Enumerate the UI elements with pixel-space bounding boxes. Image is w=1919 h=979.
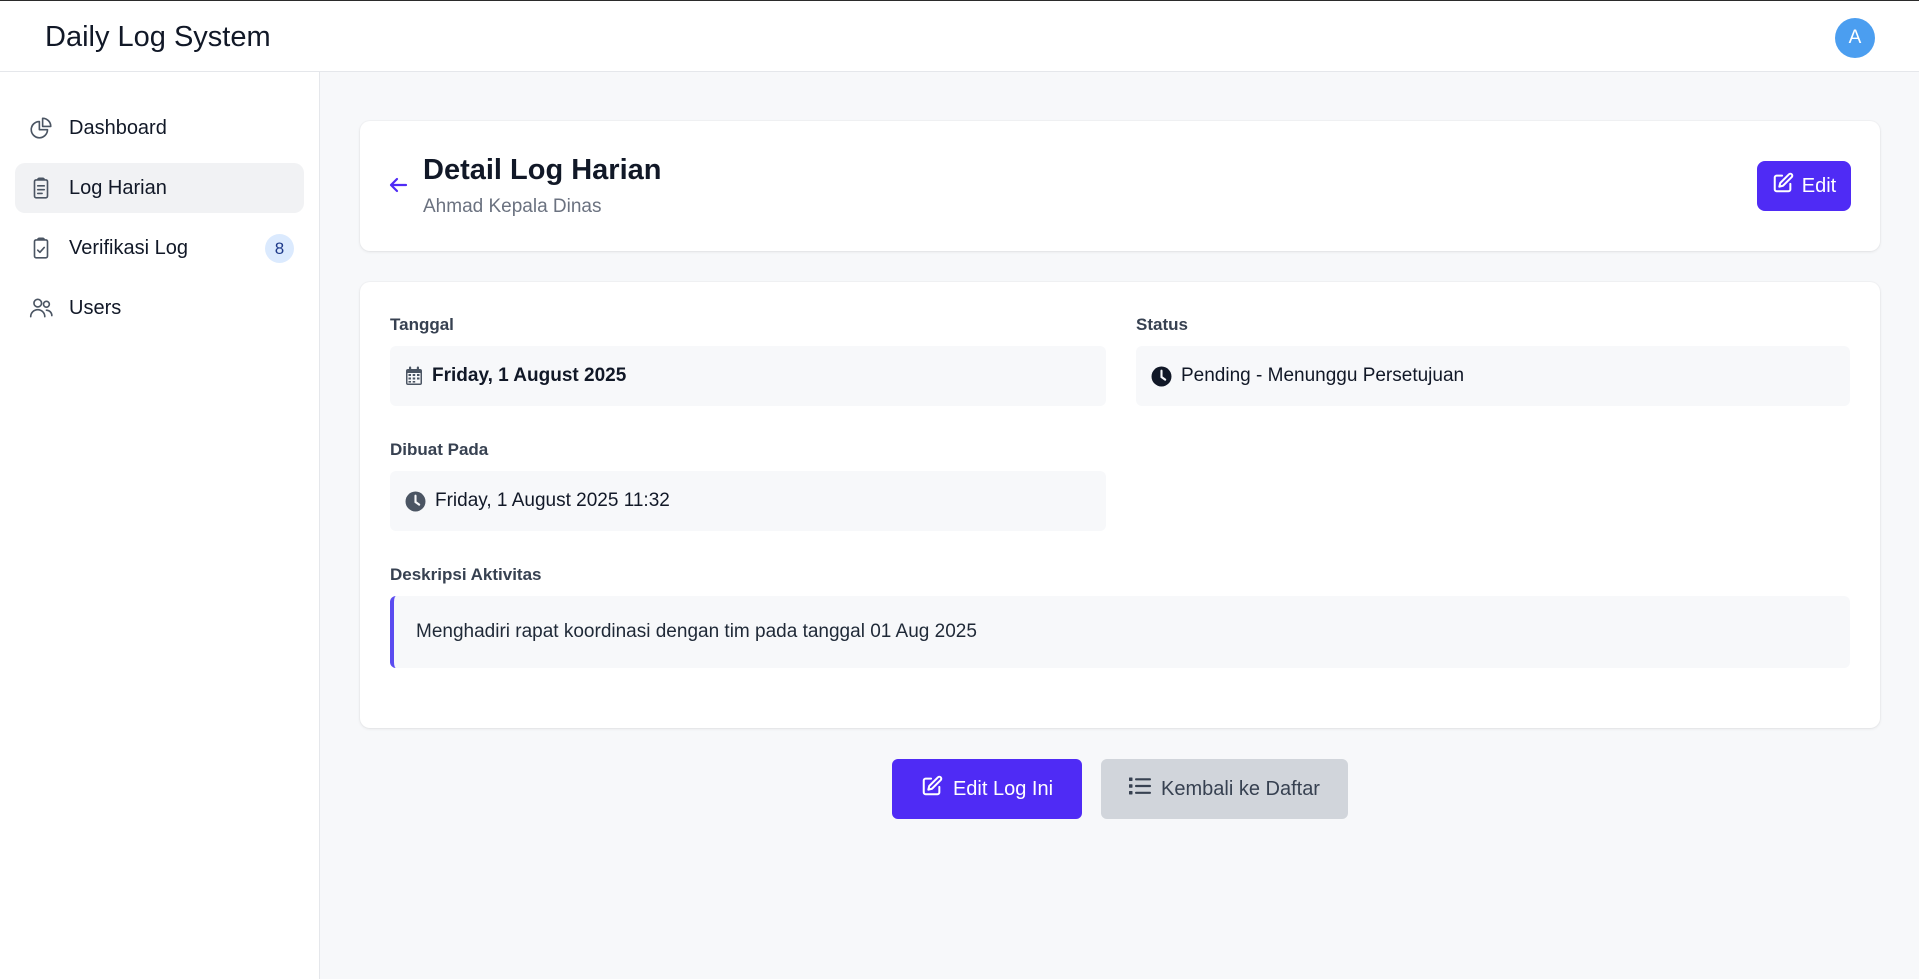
sidebar-item-verifikasi-log[interactable]: Verifikasi Log 8 <box>15 223 304 273</box>
clock-icon <box>1151 366 1172 387</box>
page-subtitle: Ahmad Kepala Dinas <box>423 196 602 217</box>
sidebar-item-users[interactable]: Users <box>15 283 304 333</box>
dibuat-pada-label: Dibuat Pada <box>390 440 489 459</box>
calendar-icon <box>405 366 423 386</box>
clipboard-check-icon <box>27 234 55 262</box>
edit-icon <box>921 775 943 803</box>
edit-button-label: Edit <box>1801 174 1837 197</box>
back-to-list-label: Kembali ke Daftar <box>1161 777 1320 800</box>
sidebar-item-dashboard[interactable]: Dashboard <box>15 103 304 153</box>
arrow-left-icon[interactable] <box>386 173 410 197</box>
sidebar-item-log-harian[interactable]: Log Harian <box>15 163 304 213</box>
sidebar-item-label: Verifikasi Log <box>69 236 188 259</box>
detail-card: Tanggal Friday, 1 August 2025 Status Pen… <box>360 282 1880 728</box>
dibuat-pada-field: Friday, 1 August 2025 11:32 <box>390 471 1106 531</box>
status-label: Status <box>1136 315 1188 334</box>
sidebar-item-label: Users <box>69 296 122 319</box>
status-value: Pending - Menunggu Persetujuan <box>1181 365 1465 386</box>
sidebar: Dashboard Log Harian Verifikasi Log 8 Us… <box>0 72 320 979</box>
header-card: Detail Log Harian Ahmad Kepala Dinas Edi… <box>360 121 1880 251</box>
sidebar-item-label: Dashboard <box>69 116 167 139</box>
list-icon <box>1129 776 1152 802</box>
tanggal-field: Friday, 1 August 2025 <box>390 346 1106 406</box>
edit-log-button-label: Edit Log Ini <box>952 777 1054 800</box>
back-to-list-button[interactable]: Kembali ke Daftar <box>1101 759 1348 819</box>
edit-log-button[interactable]: Edit Log Ini <box>892 759 1082 819</box>
tanggal-label: Tanggal <box>390 315 454 334</box>
edit-button[interactable]: Edit <box>1757 161 1851 211</box>
page-title: Detail Log Harian <box>423 154 662 186</box>
app-title: Daily Log System <box>45 21 271 53</box>
deskripsi-value: Menghadiri rapat koordinasi dengan tim p… <box>390 596 1850 668</box>
deskripsi-label: Deskripsi Aktivitas <box>390 565 542 584</box>
pending-count-badge: 8 <box>265 234 294 263</box>
dibuat-pada-value: Friday, 1 August 2025 11:32 <box>435 490 670 511</box>
tanggal-value: Friday, 1 August 2025 <box>432 365 627 386</box>
status-field: Pending - Menunggu Persetujuan <box>1136 346 1850 406</box>
users-icon <box>27 294 55 322</box>
sidebar-item-label: Log Harian <box>69 176 167 199</box>
avatar[interactable]: A <box>1835 18 1875 58</box>
edit-icon <box>1772 172 1794 200</box>
clock-icon <box>405 491 426 512</box>
chart-pie-icon <box>27 114 55 142</box>
top-bar: Daily Log System A <box>0 0 1919 72</box>
clipboard-document-list-icon <box>27 174 55 202</box>
